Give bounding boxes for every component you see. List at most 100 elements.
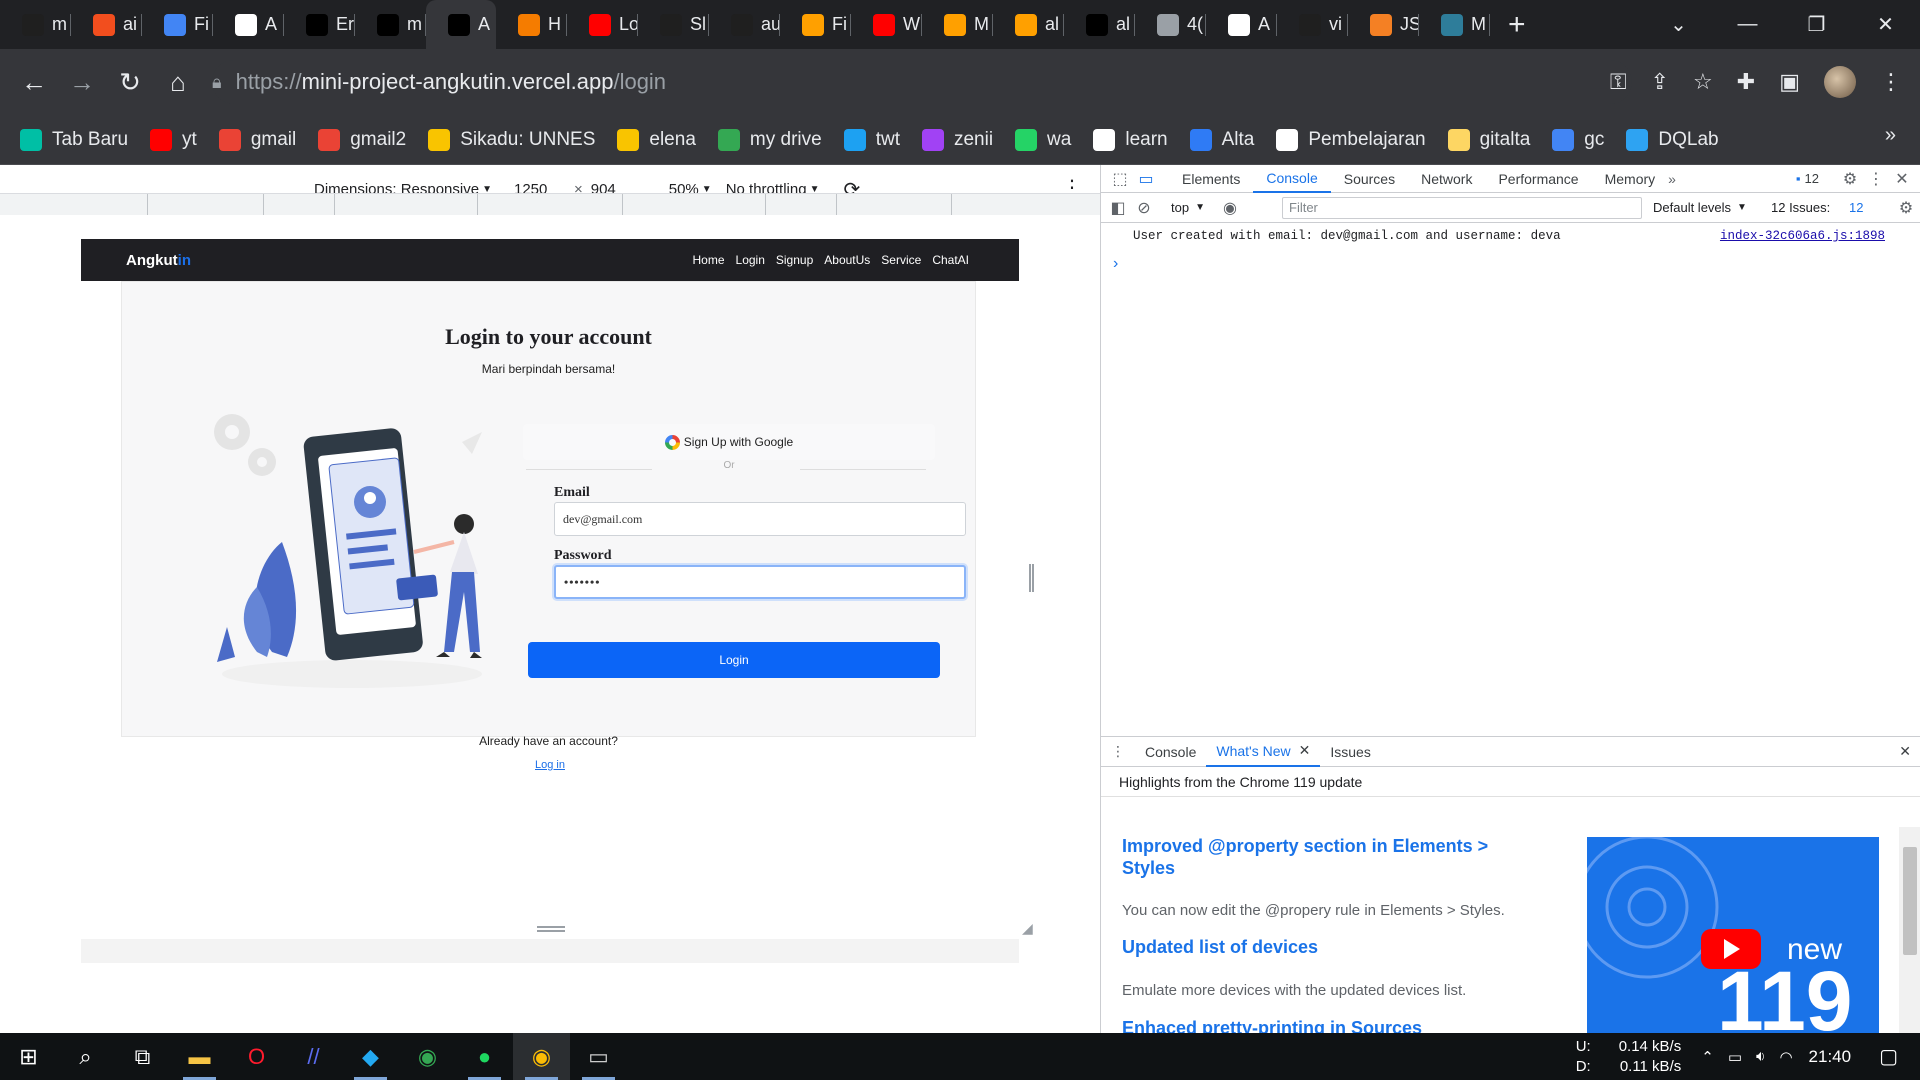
device-toggle-icon[interactable]: ▭ (1133, 169, 1159, 189)
browser-tab[interactable]: m (0, 0, 71, 49)
drawer-menu-icon[interactable]: ⋮ (1101, 743, 1135, 760)
bookmark-item[interactable]: gitalta (1447, 128, 1530, 151)
terminal-slash-icon[interactable]: // (285, 1033, 342, 1080)
drawer-tab-console[interactable]: Console (1135, 737, 1206, 767)
battery-icon[interactable]: ▭ (1728, 1048, 1742, 1066)
browser-tab[interactable]: A (1206, 0, 1277, 49)
drawer-tab-close-icon[interactable]: ✕ (1299, 742, 1311, 759)
nav-service[interactable]: Service (881, 253, 921, 267)
browser-tab[interactable]: A× (426, 0, 496, 49)
nav-signup[interactable]: Signup (776, 253, 813, 267)
bookmark-item[interactable]: Tab Baru (20, 128, 128, 151)
star-icon[interactable]: ☆ (1693, 69, 1713, 95)
browser-tab[interactable]: M (922, 0, 993, 49)
bookmark-item[interactable]: Sikadu: UNNES (428, 128, 595, 151)
bookmark-item[interactable]: learn (1093, 128, 1168, 151)
close-window-button[interactable]: ✕ (1851, 12, 1920, 37)
tab-performance[interactable]: Performance (1485, 165, 1591, 193)
console-settings-icon[interactable]: ⚙ (1893, 198, 1919, 218)
browser-tab[interactable]: al (993, 0, 1064, 49)
search-icon[interactable]: ⌕ (57, 1033, 114, 1080)
levels-dropdown[interactable]: Default levels (1653, 200, 1731, 215)
vscode-icon[interactable]: ◆ (342, 1033, 399, 1080)
sidebar-toggle-icon[interactable]: ◧ (1105, 198, 1131, 218)
bookmark-item[interactable]: Alta (1189, 128, 1254, 151)
context-selector[interactable]: top (1171, 200, 1189, 215)
devtools-menu-icon[interactable]: ⋮ (1863, 169, 1889, 189)
lock-icon[interactable]: 🔒︎ (212, 72, 222, 93)
bookmarks-overflow-icon[interactable]: » (1885, 124, 1896, 147)
browser-tab[interactable]: Lo (567, 0, 638, 49)
reload-button[interactable]: ↻ (106, 67, 154, 98)
app-brand[interactable]: Angkutin (126, 252, 191, 269)
profile-avatar[interactable] (1824, 66, 1856, 98)
whats-new-title-1[interactable]: Improved @property section in Elements >… (1122, 835, 1522, 879)
back-button[interactable]: ← (10, 67, 58, 98)
browser-tab[interactable]: m (355, 0, 426, 49)
browser-tab[interactable]: au (709, 0, 780, 49)
bookmark-item[interactable]: gc (1552, 128, 1604, 151)
browser-tab[interactable]: al (1064, 0, 1135, 49)
side-panel-icon[interactable]: ▣ (1779, 69, 1800, 95)
browser-tab[interactable]: M (1419, 0, 1490, 49)
home-button[interactable]: ⌂ (154, 67, 202, 98)
browser-tab[interactable]: JS (1348, 0, 1419, 49)
tab-elements[interactable]: Elements (1169, 165, 1253, 193)
tab-network[interactable]: Network (1408, 165, 1485, 193)
issues-badge[interactable]: 12 (1849, 200, 1863, 215)
opera-icon[interactable]: O (228, 1033, 285, 1080)
drawer-scroll-thumb[interactable] (1903, 847, 1917, 955)
browser-tab[interactable]: 4( (1135, 0, 1206, 49)
console-source-link[interactable]: index-32c606a6.js:1898 (1720, 229, 1885, 243)
browser-tab[interactable]: Sl (638, 0, 709, 49)
drawer-tab-issues[interactable]: Issues (1320, 737, 1380, 767)
issues-label[interactable]: 12 Issues: (1771, 200, 1830, 215)
browser-tab[interactable]: H (496, 0, 567, 49)
tab-search-icon[interactable]: ⌄ (1644, 12, 1713, 37)
drawer-close-icon[interactable]: ✕ (1899, 743, 1920, 760)
settings-gear-icon[interactable]: ⚙ (1837, 169, 1863, 189)
new-tab-icon[interactable]: + (1508, 8, 1526, 42)
menu-icon[interactable]: ⋮ (1880, 69, 1902, 95)
clear-console-icon[interactable]: ⊘ (1131, 198, 1157, 218)
bookmark-item[interactable]: elena (617, 128, 696, 151)
bookmark-item[interactable]: gmail2 (318, 128, 406, 151)
browser-tab[interactable]: Er (284, 0, 355, 49)
browser-tab[interactable]: A (213, 0, 284, 49)
nav-aboutus[interactable]: AboutUs (824, 253, 870, 267)
browser-tab[interactable]: ai (71, 0, 142, 49)
share-icon[interactable]: ⇪ (1651, 69, 1669, 95)
bookmark-item[interactable]: gmail (218, 128, 296, 151)
nav-home[interactable]: Home (693, 253, 725, 267)
console-prompt-icon[interactable]: › (1113, 255, 1118, 273)
bookmark-item[interactable]: wa (1015, 128, 1071, 151)
key-icon[interactable]: ⚿ (1610, 69, 1627, 95)
notification-icon[interactable]: ▢ (1879, 1044, 1898, 1069)
windows-start-icon[interactable]: ⊞ (0, 1033, 57, 1080)
minimize-button[interactable]: — (1713, 13, 1782, 36)
drawer-tab-whats-new[interactable]: What's New ✕ (1206, 737, 1321, 767)
task-view-icon[interactable]: ⧉ (114, 1033, 171, 1080)
password-field[interactable]: ••••••• (554, 565, 966, 599)
tab-sources[interactable]: Sources (1331, 165, 1408, 193)
live-expression-eye-icon[interactable]: ◉ (1217, 198, 1243, 218)
wifi-icon[interactable]: ◠ (1779, 1048, 1792, 1066)
spotify-icon[interactable]: ● (456, 1033, 513, 1080)
bookmark-item[interactable]: Pembelajaran (1276, 128, 1426, 151)
viewport-resize-corner-icon[interactable]: ◢ (1022, 920, 1033, 937)
clock[interactable]: 21:40 (1809, 1047, 1852, 1067)
login-button[interactable]: Login (528, 642, 940, 678)
browser-tab[interactable]: Fi (780, 0, 851, 49)
inspect-icon[interactable]: ⬚ (1107, 169, 1133, 189)
bookmark-item[interactable]: DQLab (1626, 128, 1719, 151)
chrome-active-icon[interactable]: ◉ (513, 1033, 570, 1080)
bookmark-item[interactable]: yt (150, 128, 197, 151)
file-explorer-icon[interactable]: ▬ (171, 1033, 228, 1080)
nav-login[interactable]: Login (736, 253, 765, 267)
console-filter-input[interactable]: Filter (1282, 197, 1642, 219)
issues-counter[interactable]: ▪ 12 (1796, 171, 1819, 186)
browser-tab[interactable]: W (851, 0, 922, 49)
omnibox[interactable]: 🔒︎ https:// mini-project-angkutin.vercel… (212, 60, 1632, 104)
restore-button[interactable]: ❐ (1782, 12, 1851, 37)
cmd-terminal-icon[interactable]: ▭ (570, 1033, 627, 1080)
